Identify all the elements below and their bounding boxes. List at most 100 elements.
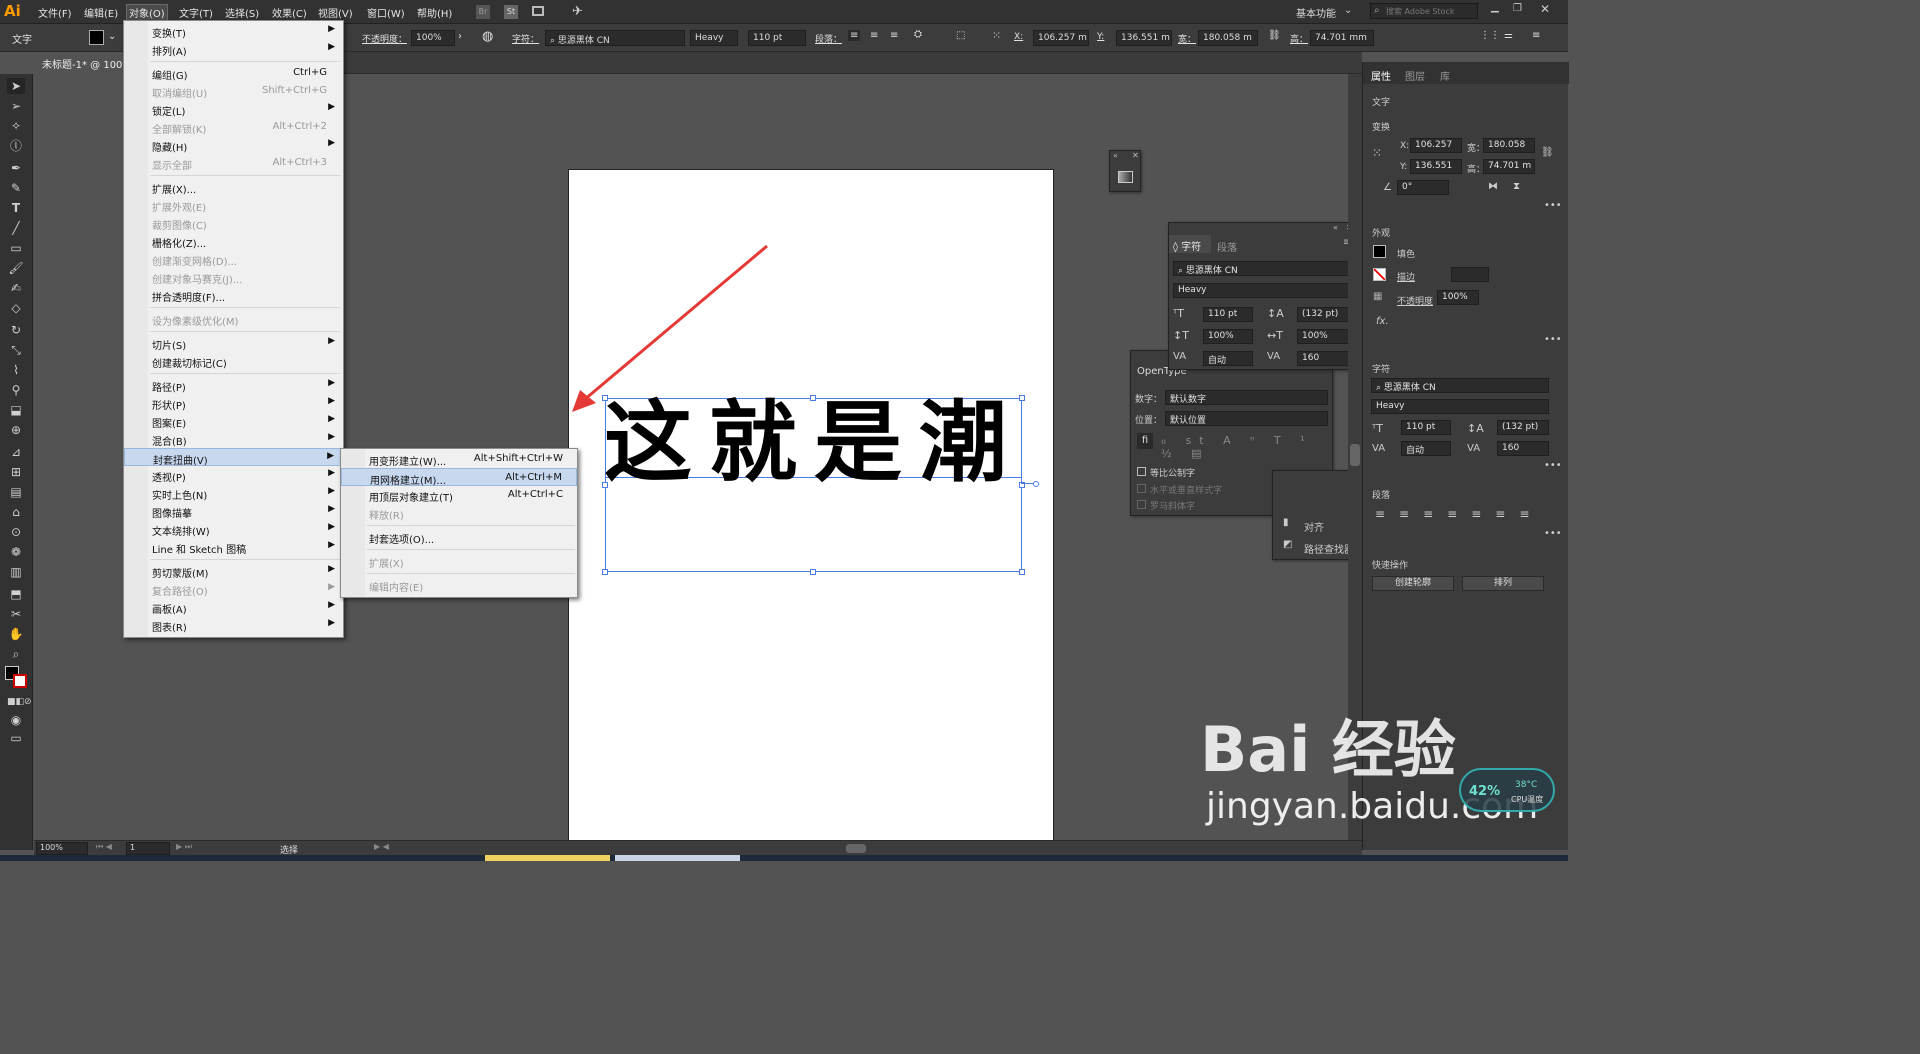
more-options-icon[interactable]: •••	[1544, 200, 1562, 211]
width-tool-icon[interactable]: ⚲	[7, 382, 25, 398]
link-icon[interactable]: ⛓	[1541, 147, 1554, 158]
paragraph-label[interactable]: 段落：	[815, 32, 842, 45]
menu-item-show-all[interactable]: 显示全部 Alt+Ctrl+3	[124, 154, 343, 172]
menu-item-shape[interactable]: 形状(P) ▶	[124, 394, 343, 412]
menu-item-pattern[interactable]: 图案(E) ▶	[124, 412, 343, 430]
eraser-icon[interactable]: ◇	[7, 300, 25, 316]
menu-item-blend[interactable]: 混合(B) ▶	[124, 430, 343, 448]
shaper-icon[interactable]: ✍	[7, 280, 25, 296]
checkbox-icon[interactable]	[1137, 467, 1146, 476]
submenu-item-make-with-top-object[interactable]: 用顶层对象建立(T) Alt+Ctrl+C	[341, 486, 577, 504]
submenu-item-expand[interactable]: 扩展(X)	[341, 552, 577, 570]
blend-icon[interactable]: ⊙	[7, 524, 25, 540]
pathfinder-panel-label[interactable]: 路径查找器	[1304, 541, 1354, 556]
curvature-icon[interactable]: ✎	[7, 180, 25, 196]
fill-swatch[interactable]	[89, 30, 104, 45]
text-out-port[interactable]	[1021, 483, 1033, 484]
chevron-right-icon[interactable]: ›	[458, 31, 462, 42]
char-tracking-field[interactable]: 160	[1297, 351, 1349, 366]
prop-width-field[interactable]: 180.058	[1483, 138, 1535, 153]
selection-tool-icon[interactable]: ➤	[7, 78, 25, 94]
char-vscale-field[interactable]: 100%	[1203, 329, 1253, 344]
menu-item-unlock-all[interactable]: 全部解锁(K) Alt+Ctrl+2	[124, 118, 343, 136]
char-font-size-field[interactable]: 110 pt	[1203, 307, 1253, 322]
arrange-docs-icon[interactable]	[532, 6, 544, 16]
opacity-label[interactable]: 不透明度	[1397, 294, 1433, 307]
tab-properties[interactable]: 属性	[1371, 68, 1391, 83]
panel-menu-icon[interactable]: ≡	[1532, 30, 1540, 41]
prop-y-field[interactable]: 136.551	[1410, 159, 1462, 174]
more-options-icon[interactable]: •••	[1544, 460, 1562, 471]
gradient-panel-icon[interactable]	[1118, 171, 1133, 183]
menu-item-graph[interactable]: 图表(R) ▶	[124, 616, 343, 634]
taskbar-item[interactable]	[615, 855, 740, 861]
height-field[interactable]: 74.701 mm	[1310, 30, 1374, 46]
transform-icon[interactable]: ⋮⋮	[1480, 30, 1500, 41]
reference-point-icon[interactable]: ⁙	[992, 29, 1001, 42]
type-tool-icon[interactable]: T	[7, 200, 25, 216]
menu-item-artboards[interactable]: 画板(A) ▶	[124, 598, 343, 616]
prop-opacity-field[interactable]: 100%	[1437, 290, 1479, 305]
menu-item-perspective[interactable]: 透视(P) ▶	[124, 466, 343, 484]
lasso-icon[interactable]: ⓛ	[7, 138, 25, 154]
menu-item-slice[interactable]: 切片(S) ▶	[124, 334, 343, 352]
screen-mode-icon[interactable]: ▭	[7, 730, 25, 746]
tab-character[interactable]: ◊ 字符	[1169, 235, 1211, 253]
align-to-icon[interactable]: ⬚	[956, 30, 965, 41]
menu-item-expand-appearance[interactable]: 扩展外观(E)	[124, 196, 343, 214]
magic-wand-icon[interactable]: ✧	[7, 118, 25, 134]
menu-item-envelope-distort[interactable]: 封套扭曲(V) ▶	[124, 448, 343, 467]
warp-icon[interactable]: ⛭	[914, 29, 922, 40]
close-icon[interactable]: ✕	[1132, 151, 1139, 160]
settings-icon[interactable]: ⚌	[1504, 30, 1513, 41]
selection-handle[interactable]	[810, 569, 816, 575]
menu-item-arrange[interactable]: 排列(A) ▶	[124, 40, 343, 58]
scale-icon[interactable]: ⤡	[7, 342, 25, 358]
menu-item-compound-path[interactable]: 复合路径(O) ▶	[124, 580, 343, 598]
selection-handle[interactable]	[1019, 569, 1025, 575]
menu-item-crop-image[interactable]: 裁剪图像(C)	[124, 214, 343, 232]
more-options-icon[interactable]: •••	[1544, 528, 1562, 539]
ligature-icon[interactable]: fi	[1137, 433, 1153, 449]
flip-horizontal-icon[interactable]: ⧓	[1488, 181, 1498, 192]
submenu-item-make-with-mesh[interactable]: 用网格建立(M)... Alt+Ctrl+M	[341, 468, 577, 487]
status-arrow-icon[interactable]: ▶ ◀	[374, 842, 389, 851]
close-icon[interactable]: ✕	[1540, 2, 1550, 16]
flip-vertical-icon[interactable]: ⧗	[1513, 181, 1520, 192]
align-right-icon[interactable]: ≡	[890, 30, 898, 41]
selection-handle[interactable]	[602, 569, 608, 575]
perspective-icon[interactable]: ⊿	[7, 444, 25, 460]
chevron-down-icon[interactable]: ⌄	[108, 31, 116, 42]
menu-object[interactable]: 对象(O)	[126, 4, 168, 21]
align-center-icon[interactable]: ≡	[870, 30, 878, 41]
prop-height-field[interactable]: 74.701 m	[1483, 159, 1535, 174]
menu-item-ungroup[interactable]: 取消编组(U) Shift+Ctrl+G	[124, 82, 343, 100]
menu-item-lock[interactable]: 锁定(L) ▶	[124, 100, 343, 118]
prop-tracking-field[interactable]: 160	[1497, 441, 1549, 456]
align-left-icon[interactable]: ≡	[848, 30, 861, 41]
free-transform-icon[interactable]: ⬓	[7, 402, 25, 418]
menu-type[interactable]: 文字(T)	[179, 5, 213, 20]
menu-item-image-trace[interactable]: 图像描摹 ▶	[124, 502, 343, 520]
collapse-icon[interactable]: «	[1333, 223, 1338, 232]
opentype-number-select[interactable]: 默认数字	[1165, 390, 1328, 405]
prop-font-size-field[interactable]: 110 pt	[1401, 420, 1451, 435]
prop-x-field[interactable]: 106.257	[1410, 138, 1462, 153]
submenu-item-edit-contents[interactable]: 编辑内容(E)	[341, 576, 577, 594]
menu-item-group[interactable]: 编组(G) Ctrl+G	[124, 64, 343, 82]
stock-button[interactable]: St	[504, 5, 518, 19]
reference-point-icon[interactable]: ⁙	[1372, 146, 1382, 160]
char-hscale-field[interactable]: 100%	[1297, 329, 1349, 344]
stroke-swatch[interactable]	[1373, 268, 1386, 281]
menu-file[interactable]: 文件(F)	[38, 5, 72, 20]
tab-paragraph[interactable]: 段落	[1217, 239, 1237, 254]
shape-builder-icon[interactable]: ⊕	[7, 422, 25, 438]
horizontal-scrollbar-thumb[interactable]	[846, 844, 866, 853]
stroke-weight-field[interactable]	[1451, 267, 1489, 282]
rotate-icon[interactable]: ↻	[7, 322, 25, 338]
text-out-port-handle[interactable]	[1033, 481, 1039, 487]
char-font-weight-field[interactable]: Heavy	[1173, 283, 1349, 298]
menu-window[interactable]: 窗口(W)	[367, 5, 405, 20]
menu-item-gradient-mesh[interactable]: 创建渐变网格(D)...	[124, 250, 343, 268]
fx-button[interactable]: fx.	[1376, 316, 1389, 327]
